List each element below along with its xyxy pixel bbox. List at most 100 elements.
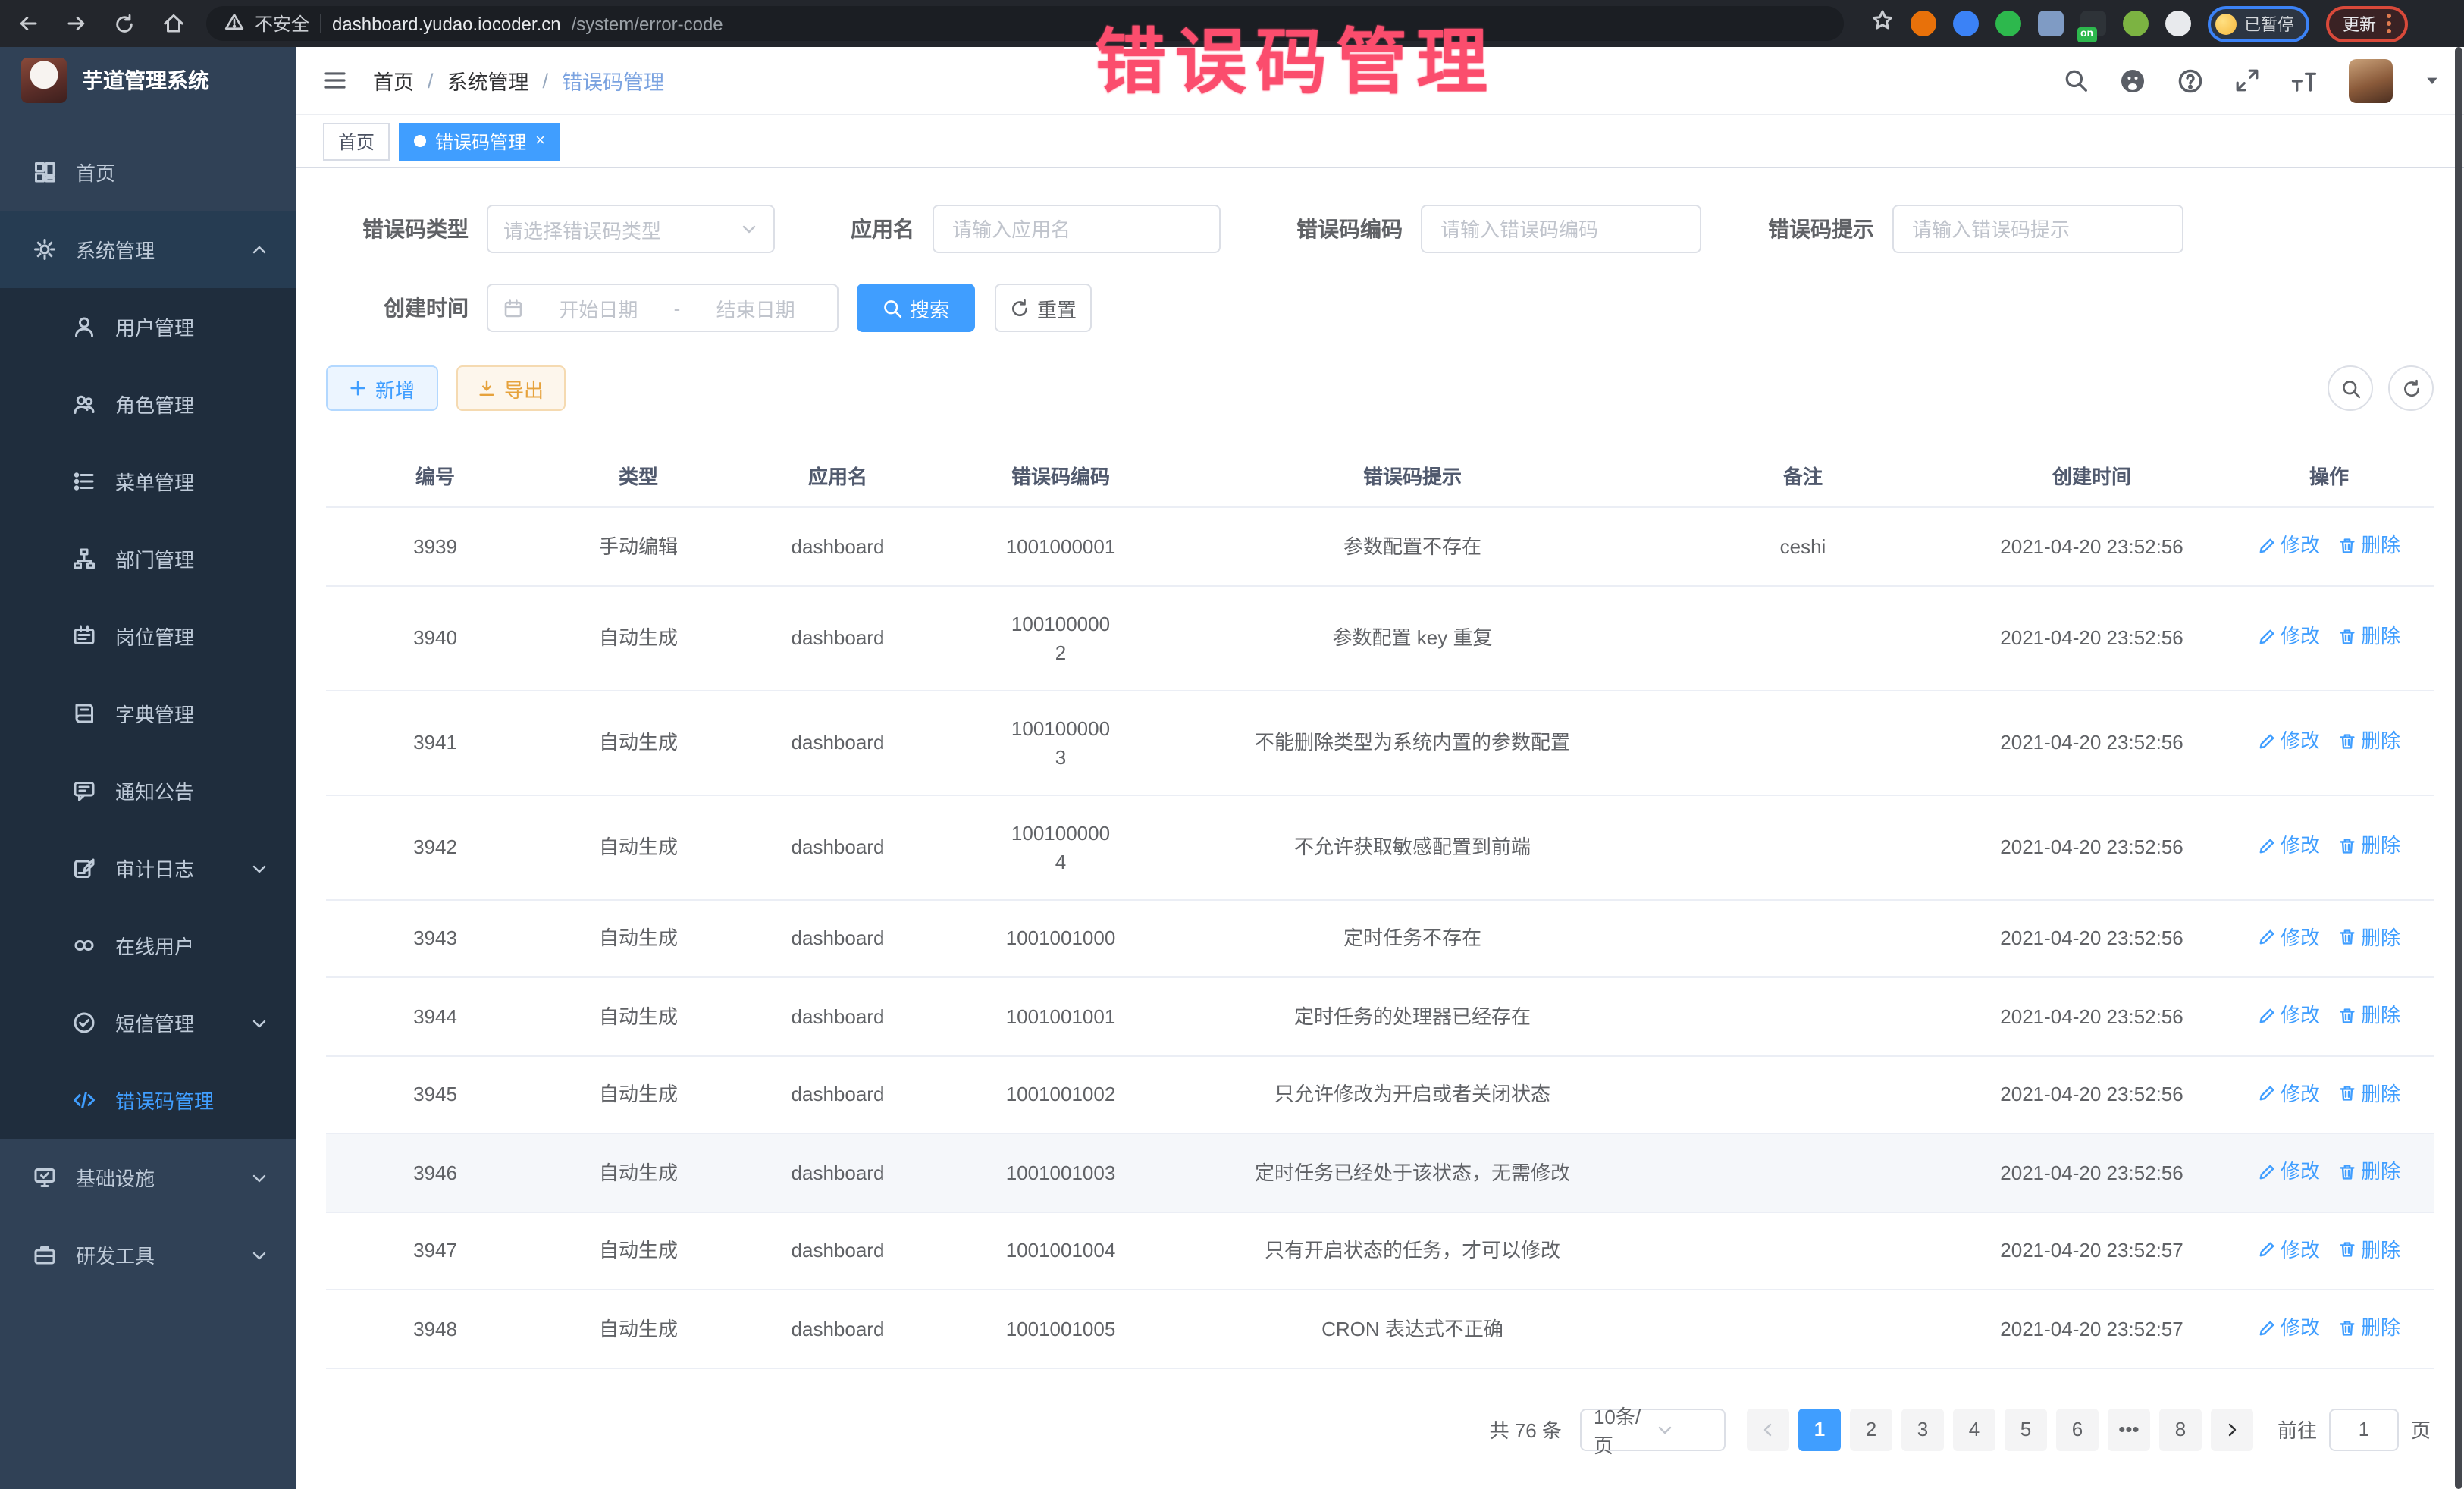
edit-link[interactable]: 修改 — [2258, 832, 2320, 860]
sidebar-item-基础设施[interactable]: 基础设施 — [0, 1139, 296, 1216]
delete-link[interactable]: 删除 — [2338, 1313, 2400, 1342]
extension-orange-ring-icon[interactable] — [1911, 11, 1936, 36]
error-code-type-select[interactable]: 请选择错误码类型 — [487, 205, 775, 253]
add-button[interactable]: 新增 — [326, 365, 438, 411]
goto-page-input[interactable] — [2329, 1408, 2399, 1450]
edit-link[interactable]: 修改 — [2258, 1001, 2320, 1030]
address-bar[interactable]: 不安全 dashboard.yudao.iocoder.cn/system/er… — [206, 6, 1844, 41]
sidebar-item-岗位管理[interactable]: 岗位管理 — [0, 597, 296, 675]
sidebar-item-角色管理[interactable]: 角色管理 — [0, 365, 296, 443]
delete-link[interactable]: 删除 — [2338, 622, 2400, 651]
toggle-search-button[interactable] — [2328, 365, 2373, 411]
notice-icon — [73, 779, 96, 802]
sidebar-item-在线用户[interactable]: 在线用户 — [0, 907, 296, 984]
page-button-6[interactable]: 6 — [2056, 1408, 2099, 1450]
filter-label-create-time: 创建时间 — [326, 293, 487, 323]
delete-link[interactable]: 删除 — [2338, 1157, 2400, 1186]
delete-link[interactable]: 删除 — [2338, 1001, 2400, 1030]
edit-pencil-icon — [2258, 1240, 2276, 1259]
delete-link[interactable]: 删除 — [2338, 1235, 2400, 1264]
next-page-button[interactable] — [2211, 1408, 2253, 1450]
sidebar-item-label: 系统管理 — [76, 235, 155, 264]
edit-link[interactable]: 修改 — [2258, 727, 2320, 756]
breadcrumb-item[interactable]: 系统管理 — [447, 65, 529, 96]
sidebar-logo-row[interactable]: 芋道管理系统 — [0, 47, 296, 114]
table-row: 3946自动生成dashboard1001001003定时任务已经处于该状态，无… — [326, 1133, 2434, 1212]
search-icon[interactable] — [2064, 68, 2088, 92]
sidebar-item-字典管理[interactable]: 字典管理 — [0, 675, 296, 752]
refresh-table-button[interactable] — [2388, 365, 2434, 411]
page-size-select[interactable]: 10条/页 — [1580, 1408, 1726, 1450]
page-button-1[interactable]: 1 — [1798, 1408, 1841, 1450]
sidebar-item-首页[interactable]: 首页 — [0, 133, 296, 211]
help-icon[interactable] — [2177, 67, 2203, 93]
tab-错误码管理[interactable]: 错误码管理× — [399, 122, 560, 160]
extension-green-check-icon[interactable] — [1995, 11, 2021, 36]
bookmark-star-icon[interactable] — [1871, 8, 1894, 39]
extensions-puzzle-icon[interactable] — [2165, 11, 2191, 36]
sidebar-item-系统管理[interactable]: 系统管理 — [0, 211, 296, 288]
fullscreen-icon[interactable] — [2235, 68, 2259, 92]
sidebar-item-用户管理[interactable]: 用户管理 — [0, 288, 296, 365]
edit-link[interactable]: 修改 — [2258, 1157, 2320, 1186]
edit-link[interactable]: 修改 — [2258, 923, 2320, 951]
page-button-2[interactable]: 2 — [1850, 1408, 1892, 1450]
edit-link[interactable]: 修改 — [2258, 622, 2320, 651]
app-title: 芋道管理系统 — [82, 65, 209, 96]
delete-link[interactable]: 删除 — [2338, 727, 2400, 756]
reset-button[interactable]: 重置 — [995, 284, 1092, 332]
forward-icon[interactable] — [64, 11, 88, 36]
page-button-4[interactable]: 4 — [1953, 1408, 1995, 1450]
sidebar-item-错误码管理[interactable]: 错误码管理 — [0, 1061, 296, 1139]
extension-dark-icon[interactable]: on — [2080, 11, 2106, 36]
sidebar-item-审计日志[interactable]: 审计日志 — [0, 829, 296, 907]
edit-link[interactable]: 修改 — [2258, 1235, 2320, 1264]
error-code-input[interactable] — [1421, 205, 1701, 253]
github-icon[interactable] — [2120, 67, 2146, 93]
cell-app: dashboard — [732, 1055, 943, 1133]
delete-link[interactable]: 删除 — [2338, 923, 2400, 951]
annotation-error-code-management: 错误码管理 — [1095, 3, 1497, 108]
sidebar-item-label: 角色管理 — [115, 390, 194, 418]
browser-menu-icon[interactable] — [2387, 14, 2391, 33]
browser-scrollbar[interactable] — [2455, 47, 2462, 1489]
prev-page-button[interactable] — [1747, 1408, 1789, 1450]
sidebar-item-通知公告[interactable]: 通知公告 — [0, 752, 296, 829]
page-button-5[interactable]: 5 — [2005, 1408, 2047, 1450]
sidebar-item-短信管理[interactable]: 短信管理 — [0, 984, 296, 1061]
delete-link[interactable]: 删除 — [2338, 531, 2400, 560]
error-hint-input[interactable] — [1892, 205, 2183, 253]
extension-green-pin-icon[interactable] — [2123, 11, 2149, 36]
hamburger-icon[interactable] — [323, 68, 347, 92]
profile-chip[interactable]: 已暂停 — [2208, 5, 2309, 42]
browser-update-button[interactable]: 更新 — [2326, 5, 2408, 42]
extension-grid-icon[interactable] — [2038, 11, 2064, 36]
app-name-input[interactable] — [933, 205, 1221, 253]
sidebar-item-部门管理[interactable]: 部门管理 — [0, 520, 296, 597]
sidebar-item-菜单管理[interactable]: 菜单管理 — [0, 443, 296, 520]
cell-type: 自动生成 — [544, 690, 732, 795]
sidebar-item-研发工具[interactable]: 研发工具 — [0, 1216, 296, 1293]
close-tab-icon[interactable]: × — [535, 133, 545, 149]
reload-icon[interactable] — [112, 11, 136, 36]
font-size-icon[interactable] — [2291, 69, 2317, 92]
edit-link[interactable]: 修改 — [2258, 531, 2320, 560]
avatar-caret-down-icon[interactable] — [2425, 73, 2440, 88]
breadcrumb-item[interactable]: 首页 — [373, 65, 414, 96]
back-icon[interactable] — [15, 11, 39, 36]
edit-link[interactable]: 修改 — [2258, 1313, 2320, 1342]
delete-link[interactable]: 删除 — [2338, 1079, 2400, 1108]
create-time-range-picker[interactable]: 开始日期 - 结束日期 — [487, 284, 839, 332]
page-ellipsis[interactable]: ••• — [2108, 1408, 2150, 1450]
post-icon — [73, 625, 96, 647]
page-button-3[interactable]: 3 — [1901, 1408, 1944, 1450]
home-icon[interactable] — [161, 11, 185, 36]
edit-link[interactable]: 修改 — [2258, 1079, 2320, 1108]
page-button-8[interactable]: 8 — [2159, 1408, 2202, 1450]
delete-link[interactable]: 删除 — [2338, 832, 2400, 860]
search-button[interactable]: 搜索 — [857, 284, 975, 332]
user-avatar[interactable] — [2349, 58, 2393, 102]
extension-blue-gem-icon[interactable] — [1953, 11, 1979, 36]
tab-首页[interactable]: 首页 — [323, 122, 390, 160]
export-button[interactable]: 导出 — [456, 365, 566, 411]
